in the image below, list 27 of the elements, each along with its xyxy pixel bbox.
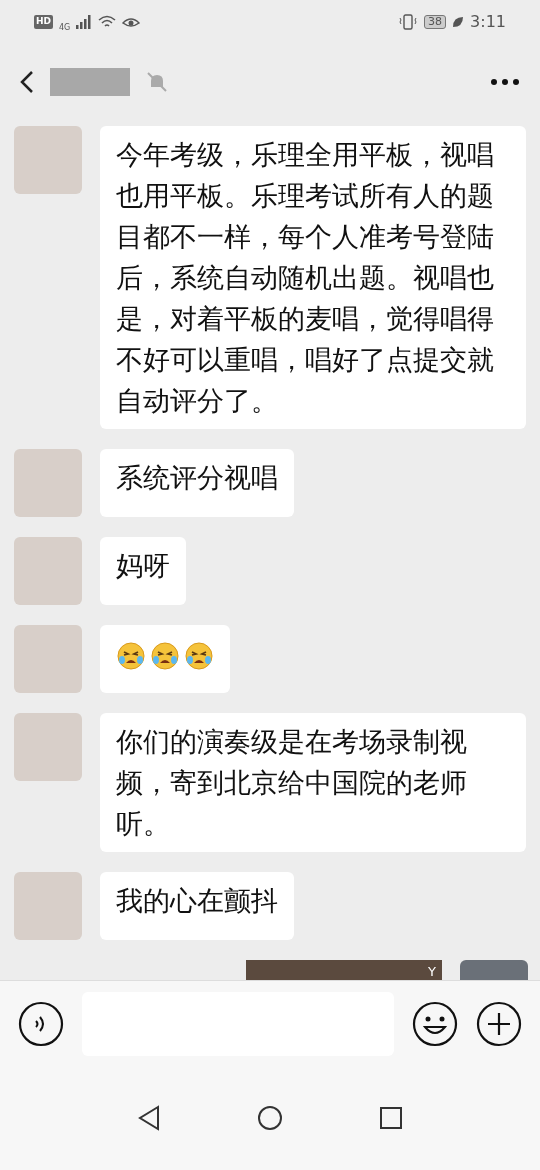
- back-icon[interactable]: [20, 70, 34, 94]
- video-label: Y: [428, 963, 436, 980]
- back-nav-icon[interactable]: [137, 1105, 161, 1131]
- network-type: 4G: [59, 22, 71, 34]
- signal-icon: [76, 15, 93, 29]
- vibrate-icon: [398, 14, 419, 30]
- crying-face-icon: [116, 641, 146, 671]
- message-bubble: 妈呀: [100, 537, 186, 605]
- battery-indicator: 38: [424, 15, 447, 29]
- crying-face-icon: [150, 641, 180, 671]
- message-bubble: 今年考级，乐理全用平板，视唱也用平板。乐理考试所有人的题目都不一样，每个人准考号登陆后，系统自动随机出题。视唱也是，对着平板的麦唱，觉得唱得不好可以重唱，唱好了点提交就自动评分了。: [100, 126, 526, 429]
- more-icon[interactable]: [490, 78, 520, 86]
- video-thumbnail[interactable]: Y: [246, 960, 442, 980]
- smiley-icon[interactable]: [412, 1000, 458, 1047]
- eye-icon: [122, 15, 141, 29]
- crying-face-icon: [184, 641, 214, 671]
- message-bubble: 你们的演奏级是在考场录制视频，寄到北京给中国院的老师听。: [100, 713, 526, 852]
- voice-icon[interactable]: [18, 1000, 64, 1047]
- message-bubble: 系统评分视唱: [100, 449, 294, 517]
- message-bubble: 我的心在颤抖: [100, 872, 294, 940]
- recents-nav-icon[interactable]: [379, 1106, 403, 1130]
- home-nav-icon[interactable]: [257, 1105, 283, 1131]
- leaf-icon: [452, 16, 465, 28]
- plus-icon[interactable]: [476, 1000, 522, 1047]
- hd-icon: HD: [34, 15, 53, 29]
- clock: 3:11: [470, 11, 506, 33]
- wifi-icon: [98, 15, 117, 29]
